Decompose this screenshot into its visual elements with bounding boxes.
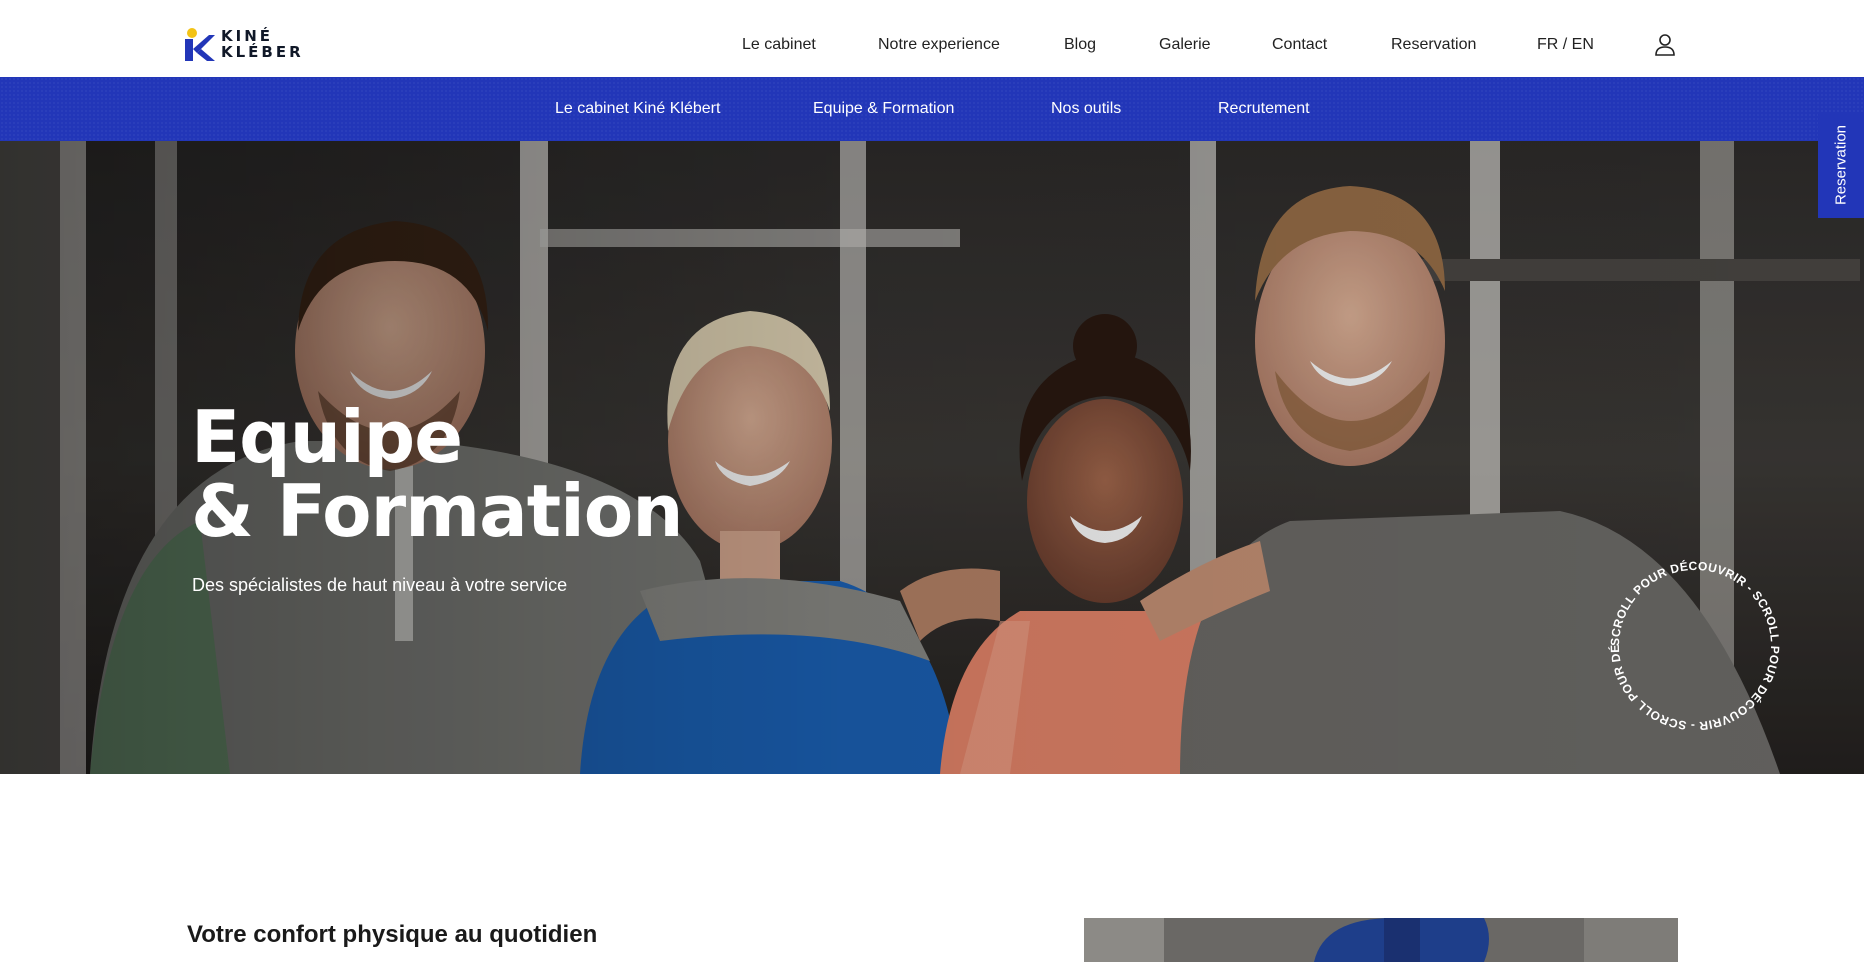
subnav-item-nos-outils[interactable]: Nos outils xyxy=(1051,100,1121,118)
nav-item-le-cabinet[interactable]: Le cabinet xyxy=(742,36,816,54)
hero-title-line-1: Equipe xyxy=(191,395,463,479)
nav-item-contact[interactable]: Contact xyxy=(1272,36,1327,54)
intro-photo xyxy=(1084,918,1678,962)
nav-item-galerie[interactable]: Galerie xyxy=(1159,36,1211,54)
nav-item-reservation[interactable]: Reservation xyxy=(1391,36,1476,54)
intro-heading: Votre confort physique au quotidien xyxy=(187,921,598,948)
section-subnav: Le cabinet Kiné Klébert Equipe & Formati… xyxy=(0,77,1864,141)
floating-reservation-label: Reservation xyxy=(1832,124,1850,206)
main-nav: Le cabinet Notre experience Blog Galerie… xyxy=(0,0,1864,77)
intro-image xyxy=(1084,918,1678,962)
svg-text:SCROLL POUR DÉCOUVRIR - SCROLL: SCROLL POUR DÉCOUVRIR - SCROLL POUR DÉCO… xyxy=(1600,551,1782,733)
hero-banner: Equipe & Formation Des spécialistes de h… xyxy=(0,141,1864,774)
subnav-item-cabinet[interactable]: Le cabinet Kiné Klébert xyxy=(555,100,720,118)
hero-subtitle: Des spécialistes de haut niveau à votre … xyxy=(192,575,568,595)
site-header: KINÉ KLÉBER Le cabinet Notre experience … xyxy=(0,0,1864,77)
nav-item-blog[interactable]: Blog xyxy=(1064,36,1096,54)
scroll-badge-text: SCROLL POUR DÉCOUVRIR - SCROLL POUR DÉCO… xyxy=(1600,551,1782,733)
hero-title-line-2: & Formation xyxy=(191,469,684,553)
nav-item-notre-experience[interactable]: Notre experience xyxy=(878,36,1000,54)
floating-reservation-tab[interactable]: Reservation xyxy=(1818,112,1864,218)
scroll-badge[interactable]: SCROLL POUR DÉCOUVRIR - SCROLL POUR DÉCO… xyxy=(1600,551,1790,741)
subnav-item-recrutement[interactable]: Recrutement xyxy=(1218,100,1310,118)
hero-title: Equipe & Formation xyxy=(191,395,684,553)
subnav-item-equipe-formation[interactable]: Equipe & Formation xyxy=(813,100,954,118)
language-switcher[interactable]: FR / EN xyxy=(1537,36,1594,54)
user-icon[interactable] xyxy=(1654,33,1676,57)
